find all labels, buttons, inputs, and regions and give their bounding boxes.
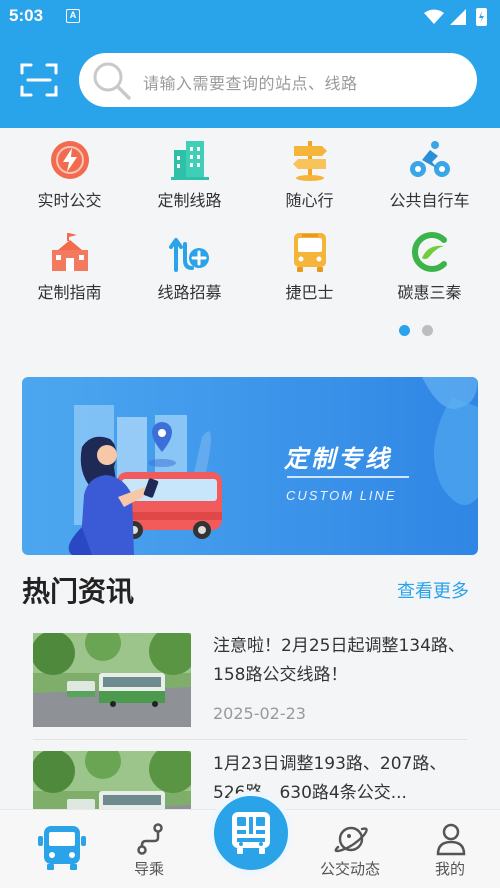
- search-placeholder: 请输入需要查询的站点、线路: [143, 74, 358, 93]
- search-input[interactable]: 请输入需要查询的站点、线路: [79, 53, 477, 107]
- news-thumbnail: [33, 633, 191, 727]
- menu-realtime-bus[interactable]: 实时公交: [7, 128, 132, 220]
- page-dot: [422, 325, 433, 336]
- route-icon: [137, 823, 163, 855]
- menu-carbon-credit[interactable]: 碳惠三秦: [367, 220, 492, 312]
- banner-title: 定制专线: [284, 445, 392, 473]
- menu-label: 碳惠三秦: [397, 283, 462, 302]
- tab-label: 我的: [434, 860, 465, 878]
- status-bar: 5:03 A: [0, 0, 500, 34]
- menu-custom-guide[interactable]: 定制指南: [7, 220, 132, 312]
- menu-label: 定制指南: [37, 283, 102, 302]
- news-item[interactable]: 注意啦！2月25日起调整134路、158路公交线路！ 2025-02-23: [33, 615, 467, 727]
- news-date: 2025-02-23: [213, 704, 306, 723]
- school-icon: [52, 233, 88, 271]
- bus-icon: [38, 826, 86, 870]
- system-status-icons: [424, 8, 487, 26]
- tab-guide[interactable]: 导乘: [104, 810, 194, 888]
- building-icon: [171, 141, 209, 180]
- menu-custom-route[interactable]: 定制线路: [127, 128, 252, 220]
- banner-subtitle: CUSTOM LINE: [286, 488, 397, 503]
- view-more-link[interactable]: 查看更多: [397, 577, 469, 603]
- news-heading: 热门资讯: [22, 575, 135, 608]
- news-text: 注意啦！2月25日起调整134路、158路公交线路！: [213, 636, 465, 685]
- news-list: 注意啦！2月25日起调整134路、158路公交线路！ 2025-02-23 1月…: [0, 615, 500, 845]
- scan-icon[interactable]: [20, 62, 58, 98]
- menu-label: 公共自行车: [389, 191, 470, 210]
- tab-label: 导乘: [133, 860, 164, 878]
- tab-home[interactable]: [16, 810, 106, 888]
- tab-label: 公交动态: [319, 860, 380, 878]
- signpost-icon: [293, 141, 327, 181]
- menu-label: 实时公交: [37, 191, 102, 210]
- menu-label: 线路招募: [157, 283, 222, 302]
- custom-line-banner[interactable]: 定制专线 CUSTOM LINE: [22, 377, 478, 555]
- leaf-logo-icon: [411, 232, 447, 272]
- route-add-icon: [169, 238, 209, 272]
- status-time: 5:03: [9, 6, 44, 25]
- tab-profile[interactable]: 我的: [405, 810, 495, 888]
- menu-label: 随心行: [285, 191, 334, 210]
- menu-free-travel[interactable]: 随心行: [247, 128, 372, 220]
- lightning-icon: [51, 141, 89, 179]
- menu-label: 捷巴士: [285, 283, 334, 302]
- page-dot-active: [399, 325, 410, 336]
- cyclist-icon: [410, 141, 450, 177]
- qr-bus-icon: [232, 812, 270, 854]
- search-icon: [93, 62, 131, 100]
- news-divider: [33, 739, 467, 740]
- qr-bus-button[interactable]: [209, 791, 293, 875]
- menu-route-recruit[interactable]: 线路招募: [127, 220, 252, 312]
- page-indicator: [399, 325, 435, 337]
- planet-icon: [334, 826, 368, 853]
- user-icon: [436, 823, 466, 856]
- notification-icon: A: [66, 9, 80, 23]
- menu-label: 定制线路: [157, 191, 222, 210]
- bus-icon: [294, 233, 326, 272]
- menu-express-bus[interactable]: 捷巴士: [247, 220, 372, 312]
- banner-divider: [287, 476, 409, 478]
- menu-public-bike[interactable]: 公共自行车: [367, 128, 492, 220]
- quick-menu-grid: 实时公交 定制线路 随心行 公共自行车 定制指南 线路招募 捷巴士 碳惠三秦: [0, 128, 500, 348]
- header-bar: 5:03 A 请输入需要查询的站点、线路: [0, 0, 500, 128]
- tab-bus-news[interactable]: 公交动态: [305, 810, 395, 888]
- banner-illustration: [68, 377, 478, 555]
